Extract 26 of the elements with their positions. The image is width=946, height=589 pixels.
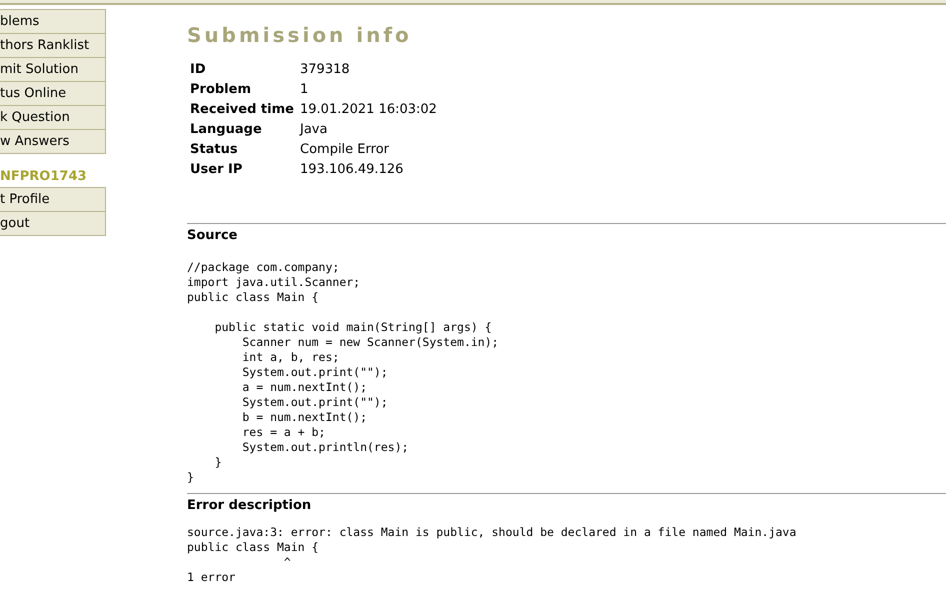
info-label: Language [190,121,263,140]
sidebar-link[interactable]: t Profile [0,188,106,212]
sidebar-link[interactable]: thors Ranklist [0,34,106,58]
info-value: Java [300,121,328,140]
sidebar-link[interactable]: k Question [0,106,106,130]
section-heading: Source [187,227,238,245]
info-value: 19.01.2021 16:03:02 [300,101,437,120]
sidebar-link[interactable]: tus Online [0,82,106,106]
error-output: source.java:3: error: class Main is public, should be declared in a file named Main.java public class Main { ^ 1 error [187,525,796,585]
info-label: ID [190,61,207,80]
info-value: 1 [300,81,308,100]
info-label: User IP [190,161,244,180]
page-title: Submission info [187,22,413,49]
sidebar-link[interactable]: gout [0,212,106,236]
sidebar-link[interactable]: blems [0,10,106,34]
sidebar-link[interactable]: mit Solution [0,58,106,82]
source-code: //package com.company; import java.util.Scanner; public class Main { public static void main(String[] args) { Scanner num = new Scanner(System.in); int a, b, res; System.out.print(""); a = num.nextInt(); System.out.print(""); b = num.nextInt(); res = a + b; System.out.println(res); } } [187,260,499,484]
info-label: Received time [190,101,295,120]
username: NFPRO1743 [0,168,88,186]
info-label: Problem [190,81,252,100]
info-label: Status [190,141,239,160]
sidebar-link[interactable]: w Answers [0,130,106,154]
section-heading: Error description [187,496,312,514]
info-value: Compile Error [300,141,389,160]
info-value: 379318 [300,61,350,80]
info-value: 193.106.49.126 [300,161,404,180]
